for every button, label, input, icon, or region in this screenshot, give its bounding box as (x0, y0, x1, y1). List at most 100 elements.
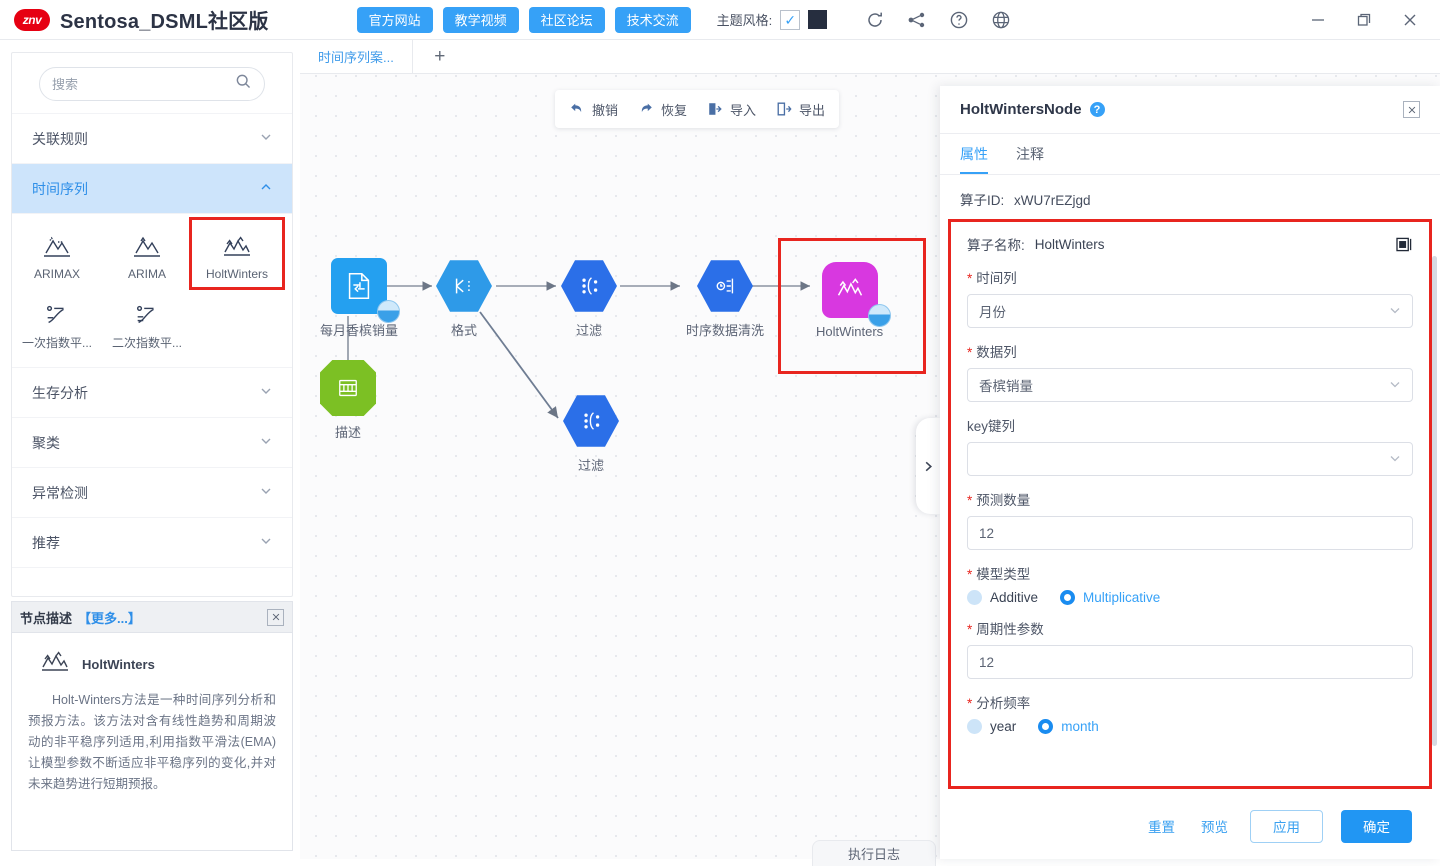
chevron-down-icon (260, 435, 272, 450)
flow-node-filter-2[interactable]: 过滤 (563, 393, 619, 474)
tab-timeseries-case[interactable]: 时间序列案... (300, 39, 413, 74)
field-model-type: * 模型类型 Additive Multiplicative (967, 563, 1413, 605)
field-analysis-frequency: * 分析频率 year month (967, 692, 1413, 734)
forecast-count-input[interactable] (979, 525, 1401, 541)
confirm-button[interactable]: 确定 (1341, 809, 1412, 843)
node-description-text: Holt-Winters方法是一种时间序列分析和预报方法。该方法对含有线性趋势和… (28, 693, 276, 791)
analysis-frequency-radio-group: year month (967, 719, 1413, 734)
library-node-arima[interactable]: ARIMA (102, 220, 192, 287)
holtwinters-icon (40, 649, 70, 680)
globe-icon[interactable] (991, 10, 1011, 30)
search-input[interactable] (52, 76, 235, 92)
theme-color-swatch[interactable] (808, 10, 828, 29)
library-node-holtwinters[interactable]: HoltWinters (189, 217, 285, 290)
chevron-up-icon (260, 181, 272, 196)
label-text: 分析频率 (976, 696, 1031, 711)
key-column-select[interactable] (967, 442, 1413, 476)
redo-button[interactable]: 恢复 (638, 100, 687, 119)
seasonal-period-input-wrap[interactable] (967, 645, 1413, 679)
sidebar-category-recommendation[interactable]: 推荐 (12, 517, 292, 567)
sidebar-category-time-series[interactable]: 时间序列 (12, 163, 292, 213)
radio-button (1038, 719, 1054, 734)
sidebar-category-association-rules[interactable]: 关联规则 (12, 113, 292, 163)
reset-button[interactable]: 重置 (1144, 810, 1179, 842)
share-nodes-icon[interactable] (907, 10, 927, 30)
panel-collapse-handle[interactable] (916, 418, 940, 514)
seasonal-period-input[interactable] (979, 654, 1401, 670)
flow-node-holtwinters[interactable]: HoltWinters (816, 262, 891, 339)
radio-multiplicative[interactable]: Multiplicative (1060, 590, 1160, 605)
flow-node-format[interactable]: 格式 (436, 258, 492, 339)
required-marker: * (967, 567, 973, 582)
preview-button[interactable]: 预览 (1197, 810, 1232, 842)
app-title: Sentosa_DSML社区版 (60, 11, 269, 33)
theme-checkbox[interactable]: ✓ (780, 9, 801, 30)
tab-annotations[interactable]: 注释 (1016, 134, 1044, 174)
node-status-badge (867, 304, 891, 327)
label-text: key键列 (967, 419, 1016, 434)
theme-style-control: 主题风格: ✓ (717, 9, 828, 30)
undo-button[interactable]: 撤销 (569, 100, 618, 119)
arimax-icon (42, 228, 72, 260)
radio-month[interactable]: month (1038, 719, 1099, 734)
sidebar-category-clustering[interactable]: 聚类 (12, 417, 292, 467)
radio-year[interactable]: year (967, 719, 1016, 734)
execution-log-tab[interactable]: 执行日志 (812, 840, 936, 866)
flow-node-label: 格式 (450, 323, 477, 338)
chevron-right-icon (925, 461, 932, 471)
node-description-more-link[interactable]: 【更多...】 (78, 608, 141, 627)
node-status-badge (482, 300, 492, 312)
help-circle-icon[interactable]: ? (1089, 102, 1105, 117)
required-marker: * (967, 271, 973, 286)
community-forum-button[interactable]: 社区论坛 (528, 6, 605, 33)
library-node-single-exponential-smoothing[interactable]: 一次指数平... (12, 287, 102, 357)
sidebar-category-survival-analysis[interactable]: 生存分析 (12, 367, 292, 417)
canvas-tab-bar: 时间序列案... + (300, 39, 1440, 74)
flow-node-filter-1[interactable]: 过滤 (561, 258, 617, 339)
category-label: 生存分析 (32, 384, 88, 401)
data-column-select[interactable]: 香槟销量 (967, 368, 1413, 402)
library-node-label: ARIMA (127, 267, 166, 281)
flow-node-label: 时序数据清洗 (686, 323, 765, 338)
time-column-select[interactable]: 月份 (967, 294, 1413, 328)
chevron-down-icon (1389, 452, 1401, 467)
apply-button[interactable]: 应用 (1250, 809, 1323, 843)
node-description-title: 节点描述 (20, 610, 73, 626)
tech-exchange-button[interactable]: 技术交流 (614, 6, 691, 33)
official-website-button[interactable]: 官方网站 (356, 6, 433, 33)
operator-id-row: 算子ID: xWU7rEZjgd (940, 175, 1440, 219)
field-forecast-count: * 预测数量 (967, 489, 1413, 550)
refresh-icon[interactable] (865, 10, 885, 30)
operator-id-label: 算子ID: (960, 193, 1005, 208)
radio-additive[interactable]: Additive (967, 590, 1038, 605)
flow-node-monthly-champagne-sales[interactable]: 每月香槟销量 (320, 258, 400, 339)
help-circle-icon[interactable] (949, 10, 969, 30)
flow-node-describe[interactable]: 描述 (320, 360, 376, 441)
library-node-double-exponential-smoothing[interactable]: 二次指数平... (102, 287, 192, 357)
add-tab-button[interactable]: + (413, 40, 467, 74)
restore-button[interactable] (1356, 12, 1372, 28)
sidebar-category-anomaly-detection[interactable]: 异常检测 (12, 467, 292, 517)
export-button[interactable]: 导出 (776, 100, 825, 119)
field-seasonal-param: * 周期性参数 (967, 618, 1413, 679)
radio-label: Multiplicative (1083, 590, 1161, 605)
copy-icon[interactable] (1396, 237, 1413, 252)
field-time-column: * 时间列 月份 (967, 267, 1413, 328)
flow-node-timeseries-clean[interactable]: 时序数据清洗 (686, 258, 764, 339)
import-button[interactable]: 导入 (707, 100, 756, 119)
close-button[interactable] (1402, 12, 1418, 28)
search-icon[interactable] (235, 73, 252, 95)
minimize-button[interactable] (1310, 12, 1326, 28)
title-bar: znv Sentosa_DSML社区版 官方网站 教学视频 社区论坛 技术交流 … (0, 0, 1440, 40)
property-panel-scrollbar[interactable] (1432, 256, 1437, 746)
forecast-count-input-wrap[interactable] (967, 516, 1413, 550)
redo-label: 恢复 (661, 102, 688, 118)
close-icon[interactable] (1403, 101, 1420, 118)
tutorial-video-button[interactable]: 教学视频 (442, 6, 519, 33)
tab-attributes[interactable]: 属性 (960, 134, 988, 174)
sidebar-category-partial[interactable] (12, 567, 292, 589)
search-box[interactable] (39, 67, 265, 101)
library-node-arimax[interactable]: ARIMAX (12, 220, 102, 287)
close-icon[interactable] (267, 608, 284, 626)
operator-name-value: HoltWinters (1034, 236, 1105, 252)
